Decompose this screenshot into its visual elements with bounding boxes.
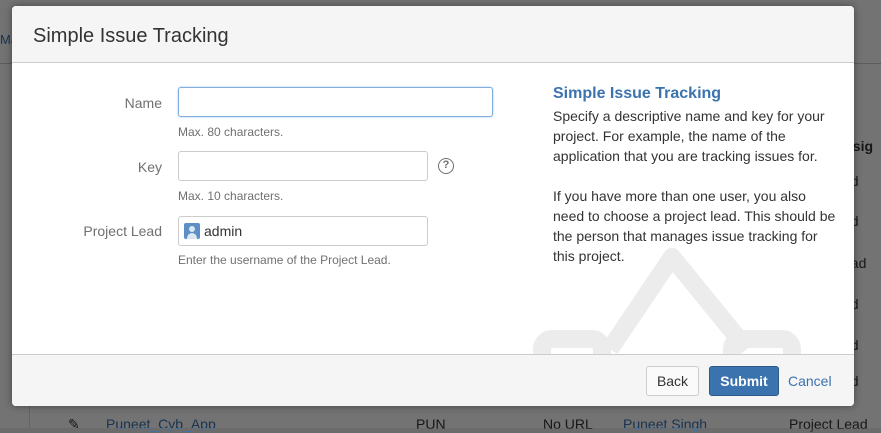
project-lead-label: Project Lead (83, 223, 162, 239)
cancel-link[interactable]: Cancel (788, 373, 832, 389)
key-label: Key (137, 159, 162, 175)
project-lead-value: admin (204, 223, 243, 239)
dialog-footer: Back Submit Cancel (12, 354, 854, 406)
info-title: Simple Issue Tracking (553, 85, 722, 102)
back-button[interactable]: Back (646, 366, 699, 396)
project-lead-picker[interactable]: admin (178, 216, 428, 246)
question-circle-icon[interactable]: ? (438, 158, 454, 174)
dialog-body: Name Max. 80 characters. Key ? Max. 10 c… (12, 63, 854, 379)
name-hint: Max. 80 characters. (178, 125, 284, 139)
dialog-title: Simple Issue Tracking (33, 25, 229, 47)
name-input[interactable] (178, 87, 493, 117)
key-input[interactable] (178, 151, 428, 181)
info-paragraph: Specify a descriptive name and key for y… (553, 108, 825, 164)
submit-button[interactable]: Submit (709, 366, 779, 396)
info-paragraph: If you have more than one user, you also… (553, 188, 836, 264)
name-label: Name (124, 95, 162, 111)
key-hint: Max. 10 characters. (178, 189, 284, 203)
dialog-header: Simple Issue Tracking (12, 6, 854, 63)
user-avatar-icon (184, 223, 200, 239)
create-project-dialog: Simple Issue Tracking Name Max. 80 chara… (12, 6, 854, 406)
project-lead-hint: Enter the username of the Project Lead. (178, 253, 391, 267)
